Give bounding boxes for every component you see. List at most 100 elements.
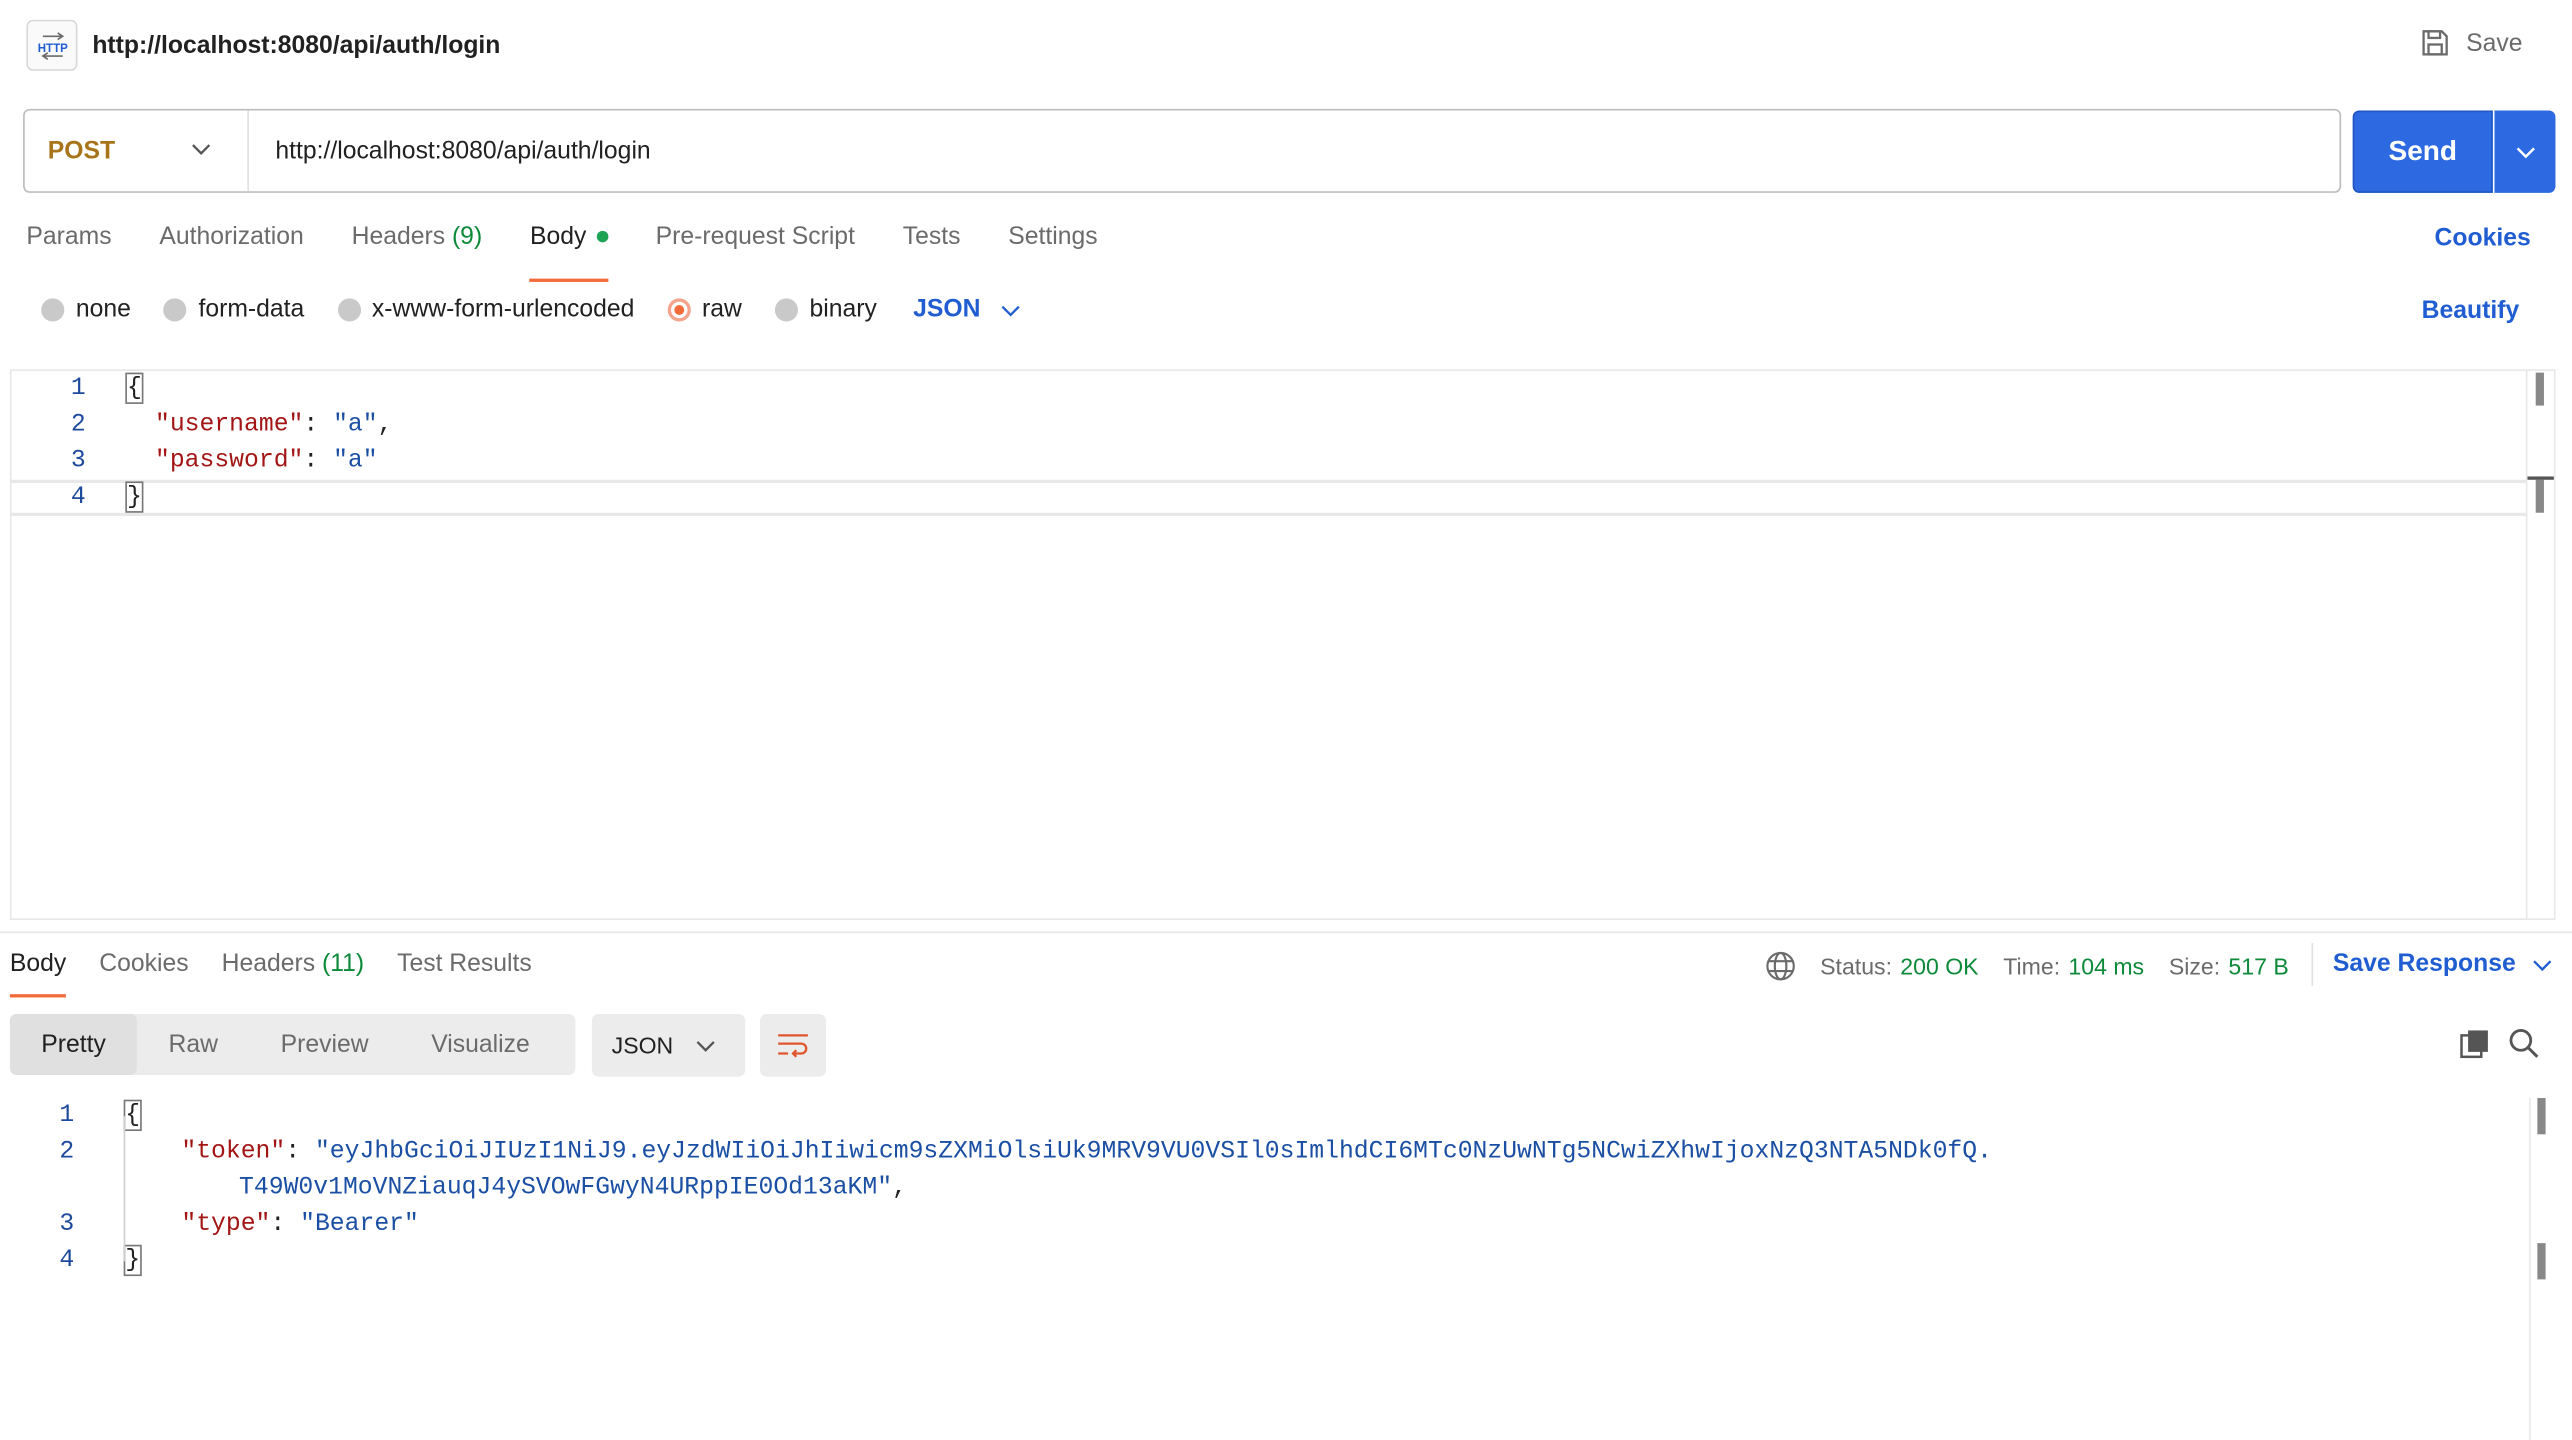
- radio-none[interactable]: none: [41, 295, 131, 323]
- send-button[interactable]: Send: [2352, 110, 2493, 193]
- json-value-continued: T49W0v1MoVNZiauqJ4ySVOwFGwyN4URppIE0Od13…: [239, 1173, 893, 1202]
- response-tab-headers[interactable]: Headers (11): [222, 950, 365, 995]
- time-label: Time:: [2003, 952, 2061, 980]
- scrollbar-marker: [2537, 1243, 2546, 1280]
- tab-body[interactable]: Body: [530, 222, 609, 282]
- json-key: "password": [154, 446, 304, 475]
- view-raw[interactable]: Raw: [137, 1014, 249, 1075]
- save-response-label: Save Response: [2332, 949, 2516, 978]
- tab-params[interactable]: Params: [26, 223, 111, 276]
- response-body-viewer[interactable]: 1 { 2 "token": "eyJhbGciOiJIUzI1NiJ9.eyJ…: [0, 1098, 2546, 1440]
- save-label: Save: [2466, 28, 2523, 57]
- body-modified-dot: [596, 230, 608, 242]
- tab-settings[interactable]: Settings: [1008, 223, 1097, 276]
- brace: }: [125, 481, 144, 513]
- send-options-button[interactable]: [2494, 110, 2556, 193]
- response-meta: Status: 200 OK Time: 104 ms Size: 517 B: [1764, 950, 2313, 983]
- tab-headers-label: Headers: [351, 222, 446, 251]
- radio-raw[interactable]: raw: [667, 295, 742, 324]
- scrollbar-marker: [2535, 372, 2544, 406]
- radio-binary-label: binary: [809, 295, 877, 324]
- radio-circle: [337, 297, 361, 321]
- body-type-options: none form-data x-www-form-urlencoded raw…: [41, 295, 1020, 323]
- status-value: 200 OK: [1900, 952, 1979, 980]
- editor-line: 3 "password": "a": [12, 444, 2526, 480]
- cookies-link[interactable]: Cookies: [2435, 224, 2531, 252]
- line-number: 2: [59, 1137, 75, 1166]
- radio-circle-selected: [667, 297, 691, 321]
- response-format-select[interactable]: JSON: [591, 1013, 746, 1077]
- request-header: HTTP http://localhost:8080/api/auth/logi…: [0, 0, 2572, 92]
- response-tabs: Body Cookies Headers (11) Test Results: [9, 950, 565, 998]
- url-input[interactable]: [275, 110, 2320, 192]
- line-number: 1: [59, 1101, 75, 1130]
- language-label: JSON: [913, 295, 981, 324]
- line-code: "type": "Bearer": [181, 1210, 419, 1239]
- json-value: "a": [333, 410, 378, 439]
- status-group[interactable]: Status: 200 OK: [1820, 953, 1978, 979]
- json-key: "token": [181, 1137, 286, 1166]
- radio-circle: [41, 297, 65, 321]
- response-tab-test-results[interactable]: Test Results: [397, 950, 532, 995]
- response-line-wrapped: T49W0v1MoVNZiauqJ4ySVOwFGwyN4URppIE0Od13…: [0, 1171, 2514, 1207]
- chevron-down-icon: [2515, 147, 2535, 159]
- request-tabs: Params Authorization Headers (9) Body Pr…: [26, 222, 1145, 282]
- view-preview[interactable]: Preview: [249, 1014, 400, 1075]
- line-number: 3: [70, 446, 86, 475]
- search-icon[interactable]: [2508, 1027, 2541, 1060]
- http-request-icon: HTTP: [26, 19, 78, 71]
- chevron-down-icon: [1001, 305, 1020, 316]
- view-visualize[interactable]: Visualize: [400, 1014, 561, 1075]
- brace: }: [123, 1244, 142, 1277]
- line-code: "username": "a",: [154, 410, 393, 439]
- response-divider[interactable]: [0, 931, 2572, 934]
- url-bar: POST: [23, 108, 2342, 193]
- size-group[interactable]: Size: 517 B: [2169, 953, 2289, 979]
- response-tab-body[interactable]: Body: [9, 950, 67, 998]
- json-value: "eyJhbGciOiJIUzI1NiJ9.eyJzdWIiOiJhIiwicm…: [314, 1137, 1992, 1166]
- wrap-lines-button[interactable]: [760, 1013, 826, 1077]
- radio-form-data[interactable]: form-data: [163, 295, 305, 324]
- radio-binary[interactable]: binary: [774, 295, 877, 324]
- line-code: T49W0v1MoVNZiauqJ4ySVOwFGwyN4URppIE0Od13…: [239, 1173, 907, 1202]
- json-value: "a": [333, 446, 378, 475]
- chevron-down-icon: [192, 144, 211, 155]
- json-punct: ,: [377, 410, 393, 439]
- chevron-down-icon: [697, 1041, 716, 1052]
- json-key: "type": [181, 1210, 271, 1239]
- editor-line: 2 "username": "a",: [12, 407, 2526, 443]
- request-title: http://localhost:8080/api/auth/login: [92, 31, 501, 60]
- response-view-segment: Pretty Raw Preview Visualize: [9, 1013, 576, 1075]
- response-tab-cookies[interactable]: Cookies: [99, 950, 188, 995]
- tab-prerequest-script[interactable]: Pre-request Script: [656, 223, 855, 276]
- meta-separator: [2311, 943, 2314, 986]
- copy-icon[interactable]: [2458, 1027, 2491, 1060]
- response-line: 3 "type": "Bearer": [0, 1207, 2514, 1243]
- beautify-button[interactable]: Beautify: [2422, 297, 2520, 325]
- editor-gutter-line: [2525, 370, 2528, 919]
- save-response-button[interactable]: Save Response: [2333, 950, 2552, 978]
- radio-circle: [774, 297, 798, 321]
- tab-tests[interactable]: Tests: [903, 223, 961, 276]
- line-number: 4: [59, 1246, 75, 1275]
- line-code: }: [123, 1243, 142, 1279]
- tab-authorization[interactable]: Authorization: [159, 223, 303, 276]
- response-line: 1 {: [0, 1098, 2514, 1134]
- time-value: 104 ms: [2068, 952, 2145, 980]
- line-code: "token": "eyJhbGciOiJIUzI1NiJ9.eyJzdWIiO…: [181, 1137, 1992, 1166]
- radio-raw-label: raw: [702, 295, 742, 324]
- tab-headers[interactable]: Headers (9): [352, 223, 483, 276]
- request-body-editor[interactable]: 1 { 2 "username": "a", 3 "password": "a"…: [9, 369, 2556, 920]
- globe-icon[interactable]: [1764, 950, 1797, 983]
- time-group[interactable]: Time: 104 ms: [2003, 953, 2144, 979]
- view-pretty[interactable]: Pretty: [9, 1013, 138, 1075]
- save-button[interactable]: Save: [2420, 28, 2523, 58]
- language-select[interactable]: JSON: [913, 295, 1020, 323]
- radio-form-data-label: form-data: [198, 295, 305, 324]
- tab-headers-count: (9): [451, 222, 483, 251]
- line-code: "password": "a": [154, 446, 378, 475]
- method-select[interactable]: POST: [25, 110, 249, 192]
- tab-body-label: Body: [530, 222, 587, 251]
- radio-urlencoded[interactable]: x-www-form-urlencoded: [337, 295, 634, 323]
- json-value: "Bearer": [300, 1210, 419, 1239]
